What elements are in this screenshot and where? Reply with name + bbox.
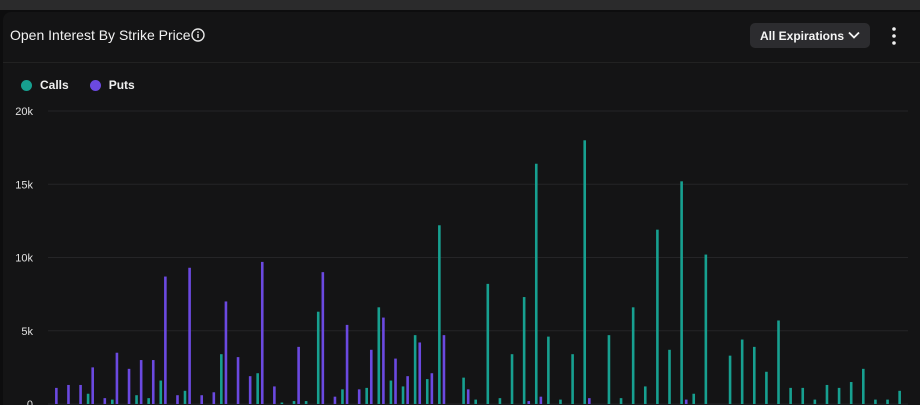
puts-bar[interactable] [406,376,409,404]
puts-bar[interactable] [176,395,179,404]
puts-bar[interactable] [394,358,397,404]
puts-bar[interactable] [539,396,543,404]
calls-bar[interactable] [898,390,901,404]
calls-bar[interactable] [789,387,792,404]
puts-bar[interactable] [527,401,531,404]
calls-bar[interactable] [680,181,683,404]
calls-bar[interactable] [704,254,708,404]
puts-bar[interactable] [67,384,70,404]
puts-bar[interactable] [151,360,155,404]
calls-bar[interactable] [813,399,817,404]
calls-bar[interactable] [316,311,320,404]
calls-bar[interactable] [849,382,853,404]
puts-bar[interactable] [139,360,143,404]
puts-bar[interactable] [430,373,434,404]
calls-bar[interactable] [547,336,550,404]
calls-bar[interactable] [631,307,635,404]
open-interest-chart: 0 5k 10k 15k 20k [15,106,908,405]
calls-bar[interactable] [147,398,150,404]
puts-bar[interactable] [248,376,252,404]
puts-bar[interactable] [103,398,107,404]
puts-bar[interactable] [212,392,216,404]
y-tick-label: 15k [15,179,33,191]
y-tick-label: 10k [15,253,33,265]
calls-bar[interactable] [728,355,732,404]
calls-bar[interactable] [413,335,417,404]
y-tick-label: 20k [15,106,33,118]
calls-bar[interactable] [474,399,477,404]
calls-bar[interactable] [886,399,889,404]
calls-bar[interactable] [559,399,562,404]
calls-bar[interactable] [86,393,90,404]
calls-bar[interactable] [377,307,381,404]
calls-bar[interactable] [159,380,163,404]
puts-bar[interactable] [382,317,385,404]
calls-bar[interactable] [389,380,393,404]
calls-bar[interactable] [280,402,284,404]
calls-bar[interactable] [462,377,465,404]
calls-bar[interactable] [862,368,865,404]
calls-bar[interactable] [425,379,429,404]
calls-bar[interactable] [765,371,768,404]
puts-bar[interactable] [369,349,373,404]
top-scrollbar-strip [0,0,920,10]
calls-bar[interactable] [668,349,671,404]
open-interest-card: Open Interest By Strike Price All Expira… [3,12,920,405]
puts-bar[interactable] [357,389,361,404]
calls-bar[interactable] [183,390,187,404]
calls-bar[interactable] [522,297,526,404]
puts-bar[interactable] [466,389,470,404]
calls-bar[interactable] [825,384,829,404]
calls-bar[interactable] [220,354,223,404]
calls-bar[interactable] [607,335,611,404]
puts-bar[interactable] [333,396,337,404]
calls-bar[interactable] [486,283,490,404]
calls-bar[interactable] [256,373,259,404]
puts-bar[interactable] [588,398,591,404]
puts-bar[interactable] [91,367,94,404]
puts-bar[interactable] [442,335,446,404]
puts-bar[interactable] [127,368,131,404]
puts-bar[interactable] [200,395,204,404]
puts-bar[interactable] [273,386,276,404]
calls-bar[interactable] [135,395,138,404]
puts-bar[interactable] [684,399,688,404]
y-tick-label: 5k [21,326,33,338]
calls-bar[interactable] [740,339,744,404]
puts-bar[interactable] [188,267,191,404]
calls-bar[interactable] [874,399,877,404]
puts-bar[interactable] [115,352,119,404]
calls-bar[interactable] [571,354,574,404]
calls-bar[interactable] [292,401,296,404]
puts-bar[interactable] [418,342,422,404]
puts-bar[interactable] [236,357,240,404]
calls-bar[interactable] [777,320,780,404]
puts-bar[interactable] [321,272,325,404]
calls-bar[interactable] [534,163,538,404]
calls-bar[interactable] [341,389,344,404]
calls-bar[interactable] [801,387,805,404]
calls-bar[interactable] [656,229,659,404]
calls-bar[interactable] [498,398,502,404]
puts-bar[interactable] [345,324,349,404]
puts-bar[interactable] [224,301,228,404]
calls-bar[interactable] [438,225,441,404]
calls-bar[interactable] [752,346,756,404]
y-tick-label: 0 [27,399,33,405]
puts-bar[interactable] [260,261,264,404]
calls-bar[interactable] [619,398,623,404]
calls-bar[interactable] [692,393,696,404]
calls-bar[interactable] [837,387,841,404]
calls-bar[interactable] [643,386,647,404]
puts-bar[interactable] [79,384,82,404]
calls-bar[interactable] [401,386,405,404]
puts-bar[interactable] [297,346,300,404]
puts-bar[interactable] [55,387,58,404]
calls-bar[interactable] [510,354,514,404]
calls-bar[interactable] [365,387,368,404]
calls-bar[interactable] [111,399,114,404]
calls-bar[interactable] [304,401,308,404]
calls-bar[interactable] [583,140,587,405]
puts-bar[interactable] [164,276,167,404]
